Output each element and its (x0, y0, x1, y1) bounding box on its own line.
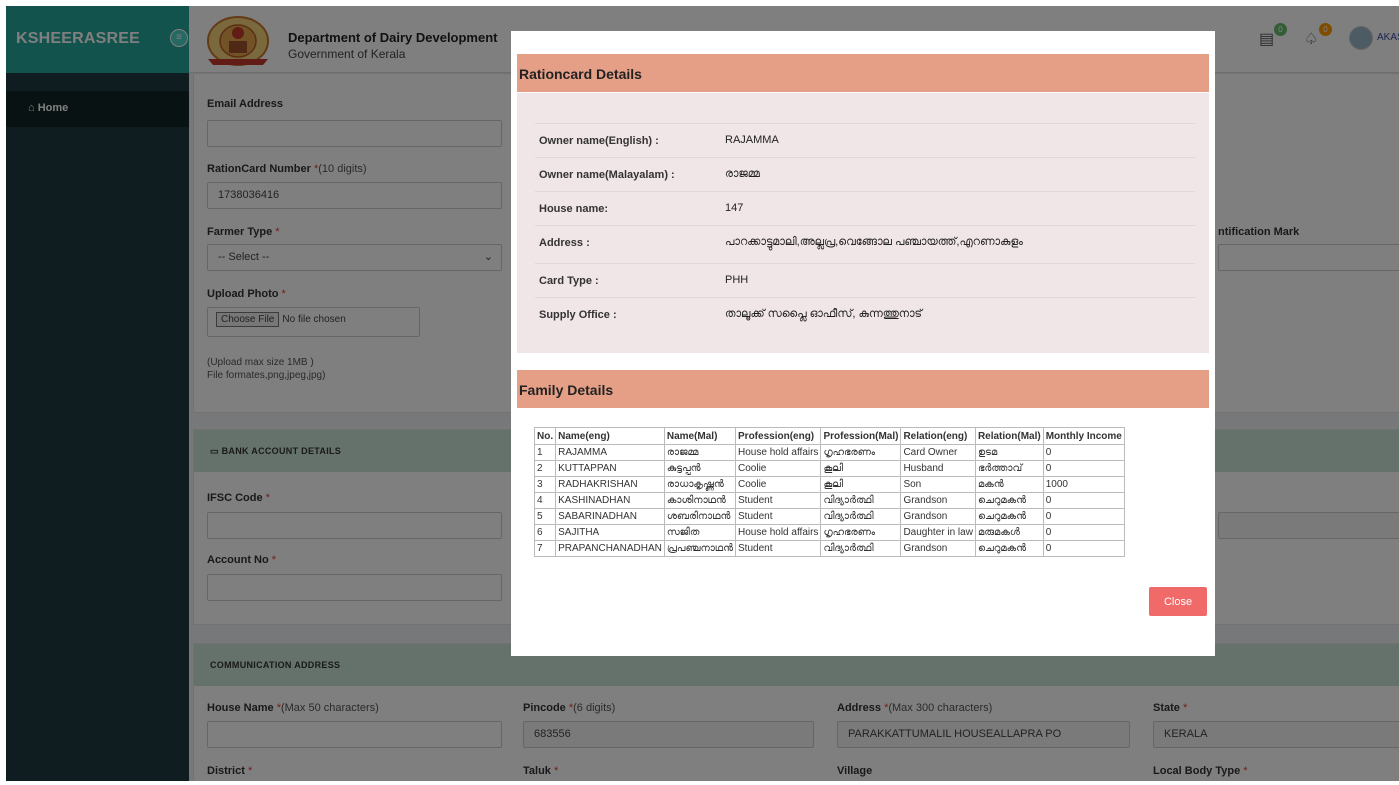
table-row: 2 KUTTAPPAN കുട്ടപ്പൻ Coolie കൂലി Husband ഭർത്… (533, 460, 1125, 477)
family-table: No. Name(eng) Name(Mal) Profession(eng) Prof… (533, 427, 1125, 557)
detail-row: Address : പാറക്കാട്ടുമാലി,അല്ലപ്ര,വെങ്ങോല… (535, 225, 1195, 259)
table-row: 4 KASHINADHAN കാശിനാഥൻ Student വിദ്യാർത്ഥി Gr… (533, 492, 1125, 509)
family-details-header: Family Details (517, 370, 1209, 408)
detail-row: Supply Office : താലൂക്ക് സപ്ലൈ ഓഫീസ്, കുന… (535, 297, 1195, 331)
table-row: 1 RAJAMMA രാജമ്മ House hold affairs ഗൃഹഭരണം C… (533, 444, 1125, 461)
detail-row: Card Type : PHH (535, 263, 1195, 297)
close-button[interactable]: Close (1149, 587, 1207, 616)
rationcard-details-body: Owner name(English) : RAJAMMA Owner name(… (517, 93, 1209, 353)
table-row: 6 SAJITHA സജിത House hold affairs ഗൃഹഭരണം Dau… (533, 524, 1125, 541)
detail-row: Owner name(English) : RAJAMMA (535, 123, 1195, 157)
detail-row: Owner name(Malayalam) : രാജമ്മ (535, 157, 1195, 191)
app-window: KSHEERASREE ≡ Department of Dairy Develo… (6, 6, 1399, 781)
table-row: 5 SABARINADHAN ശബരിനാഥൻ Student വിദ്യാർത്ഥി G… (533, 508, 1125, 525)
family-table-header: No. Name(eng) Name(Mal) Profession(eng) Prof… (533, 427, 1125, 445)
rationcard-modal: Rationcard Details Owner name(English) :… (511, 31, 1215, 656)
detail-row: House name: 147 (535, 191, 1195, 225)
table-row: 3 RADHAKRISHAN രാധാകൃഷ്ണൻ Coolie കൂലി Son മകൻ 1… (533, 476, 1125, 493)
table-row: 7 PRAPANCHANADHAN പ്രപഞ്ചനാഥൻ Student വിദ്യാ… (533, 540, 1125, 557)
rationcard-details-header: Rationcard Details (517, 54, 1209, 92)
